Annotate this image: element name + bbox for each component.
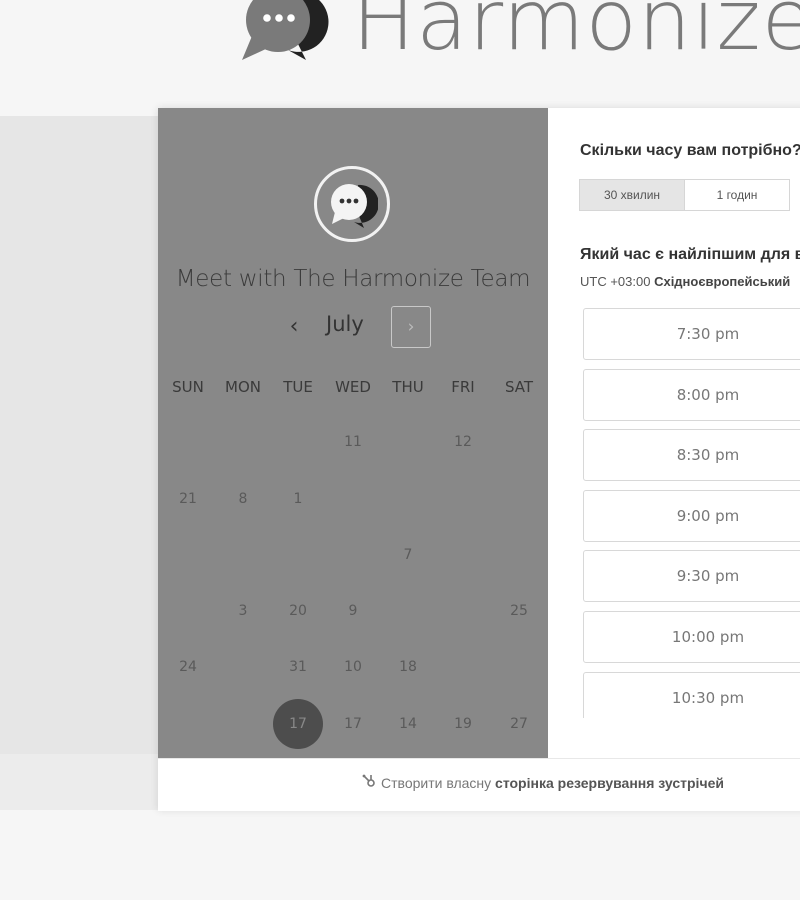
weekday-label: SUN <box>172 378 204 396</box>
prev-month-button[interactable]: ‹ <box>282 311 306 343</box>
time-slot-button[interactable]: 10:30 pm <box>583 671 800 718</box>
calendar-day[interactable]: 24 <box>163 642 213 692</box>
calendar-day[interactable]: 12 <box>438 417 488 467</box>
timezone-selector[interactable]: UTC +03:00 Східноєвропейський <box>580 274 790 289</box>
time-selection-panel: Скільки часу вам потрібно? 30 хвилин 1 г… <box>548 108 800 758</box>
sprocket-icon <box>362 774 376 791</box>
duration-option-1hour[interactable]: 1 годин <box>684 179 790 211</box>
calendar-day[interactable]: 11 <box>328 417 378 467</box>
weekday-label: MON <box>225 378 261 396</box>
time-slot-button[interactable]: 9:30 pm <box>583 550 800 603</box>
brand-logo: Harmonize <box>238 0 800 65</box>
next-month-button[interactable]: › <box>391 306 431 348</box>
create-booking-page-link[interactable]: Створити власну сторінка резервування зу… <box>158 774 800 791</box>
weekday-label: FRI <box>451 378 475 396</box>
meeting-title: Meet with The Harmonize Team <box>175 266 531 292</box>
calendar-day[interactable]: 17 <box>328 699 378 749</box>
calendar-day[interactable]: 1 <box>273 474 323 524</box>
calendar-day[interactable]: 27 <box>494 699 544 749</box>
chat-bubble-ellipsis-icon <box>326 176 379 233</box>
calendar-day[interactable]: 8 <box>218 474 268 524</box>
brand-name: Harmonize <box>352 0 800 69</box>
weekday-label: WED <box>335 378 371 396</box>
footer-text-prefix: Створити власну <box>381 775 492 791</box>
calendar-day[interactable]: 7 <box>383 530 433 580</box>
calendar-day[interactable]: 20 <box>273 586 323 636</box>
month-navigation: ‹ July › <box>158 306 548 350</box>
calendar-day[interactable]: 3 <box>218 586 268 636</box>
time-slot-button[interactable]: 7:30 pm <box>583 308 800 360</box>
calendar-day[interactable]: 18 <box>383 642 433 692</box>
calendar-day[interactable]: 31 <box>273 642 323 692</box>
time-slot-button[interactable]: 8:30 pm <box>583 429 800 482</box>
weekday-label: TUE <box>283 378 313 396</box>
background-shade-bottom <box>0 754 158 810</box>
calendar-day[interactable]: 19 <box>438 699 488 749</box>
month-label: July <box>326 312 364 336</box>
time-slot-button[interactable]: 9:00 pm <box>583 489 800 542</box>
calendar-day-selected[interactable]: 17 <box>273 699 323 749</box>
card-footer: Створити власну сторінка резервування зу… <box>158 758 800 811</box>
calendar-day[interactable]: 14 <box>383 699 433 749</box>
calendar-day[interactable]: 9 <box>328 586 378 636</box>
timezone-offset: UTC +03:00 <box>580 274 651 289</box>
time-slot-list: 7:30 pm 8:00 pm 8:30 pm 9:00 pm 9:30 pm 10:00… <box>583 308 800 718</box>
calendar-day[interactable]: 25 <box>494 586 544 636</box>
duration-question: Скільки часу вам потрібно? <box>580 142 800 159</box>
weekday-label: SAT <box>504 378 534 396</box>
timezone-name: Східноєвропейський <box>654 274 791 289</box>
time-slot-button[interactable]: 10:00 pm <box>583 611 800 663</box>
calendar-day[interactable]: 10 <box>328 642 378 692</box>
background-shade <box>0 116 158 754</box>
duration-option-30min[interactable]: 30 хвилин <box>579 179 685 211</box>
chat-bubble-ellipsis-icon <box>238 0 330 65</box>
booking-card: Meet with The Harmonize Team ‹ July › SU… <box>158 108 800 811</box>
footer-text-bold: сторінка резервування зустрічей <box>495 775 724 791</box>
time-slot-button[interactable]: 8:00 pm <box>583 368 800 421</box>
weekday-label: THU <box>392 378 424 396</box>
avatar <box>314 166 390 242</box>
time-question: Який час є найліпшим для ва <box>580 246 800 263</box>
calendar-panel: Meet with The Harmonize Team ‹ July › SU… <box>158 108 548 758</box>
calendar-day[interactable]: 21 <box>163 474 213 524</box>
